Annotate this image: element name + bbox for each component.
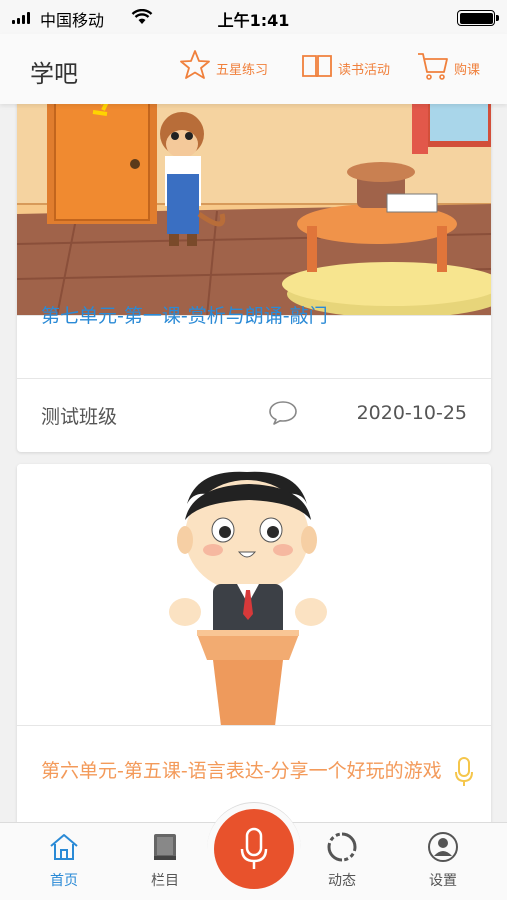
post-date: 2020-10-25 [356,402,467,424]
refresh-circle-icon [327,832,357,862]
reading-activity-button[interactable]: 读书活动 [300,48,390,82]
tab-activity-label: 动态 [328,873,356,889]
app-header: 学吧 五星练习 读书活动 购课 [0,34,507,104]
five-star-practice-button[interactable]: 五星练习 [178,48,268,82]
microphone-icon [240,827,268,869]
buy-course-button[interactable]: 购课 [416,48,480,82]
cart-icon [418,53,448,80]
microphone-icon[interactable] [454,756,474,788]
home-icon [50,834,78,860]
tab-activity[interactable]: 动态 [302,823,382,900]
battery-icon [457,10,499,26]
lesson-thumbnail[interactable] [17,464,491,726]
lesson-feed[interactable]: 第七单元-第一课-赏析与朗诵-敲门 测试班级 2020-10-25 第六单元-第… [0,104,507,822]
class-name: 测试班级 [41,406,118,428]
tab-columns[interactable]: 栏目 [125,823,205,900]
cartoon-speaker-illustration [17,464,491,725]
lesson-card[interactable]: 第六单元-第五课-语言表达-分享一个好玩的游戏 [17,464,491,822]
buy-course-label: 购课 [454,63,481,78]
comment-icon[interactable] [267,399,299,427]
book-icon [302,55,332,77]
record-button[interactable] [214,809,294,889]
tab-settings[interactable]: 设置 [403,823,483,900]
lesson-title[interactable]: 第七单元-第一课-赏析与朗诵-敲门 [41,299,328,333]
star-icon [180,50,210,79]
status-bar: 中国移动 上午1:41 [0,0,507,34]
lesson-title[interactable]: 第六单元-第五课-语言表达-分享一个好玩的游戏 [41,754,481,788]
clock: 上午1:41 [217,11,290,30]
tab-settings-label: 设置 [429,873,457,889]
lesson-thumbnail[interactable] [17,104,491,316]
cartoon-monkey-illustration [17,104,491,315]
tab-columns-label: 栏目 [151,873,179,889]
user-settings-icon [428,832,458,862]
app-title: 学吧 [30,60,78,88]
lesson-title-text: 第六单元-第五课-语言表达-分享一个好玩的游戏 [41,760,442,782]
lesson-card[interactable]: 第七单元-第一课-赏析与朗诵-敲门 测试班级 2020-10-25 [17,104,491,452]
book-stack-icon [154,834,176,860]
tab-home-label: 首页 [50,873,78,889]
lesson-card-footer: 测试班级 2020-10-25 [17,378,491,452]
five-star-practice-label: 五星练习 [216,63,269,78]
tab-home[interactable]: 首页 [24,823,104,900]
reading-activity-label: 读书活动 [338,63,391,78]
